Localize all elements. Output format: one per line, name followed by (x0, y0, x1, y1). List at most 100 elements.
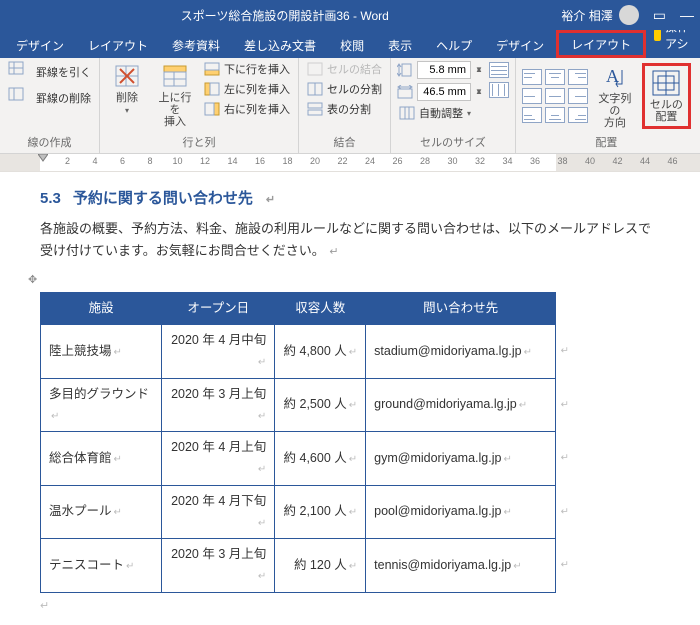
table-cell[interactable]: pool@midoriyama.lg.jp↵↵ (366, 485, 556, 539)
table-cell[interactable]: ground@midoriyama.lg.jp↵↵ (366, 378, 556, 432)
align-bot-center[interactable] (545, 107, 565, 123)
table-header-cell[interactable]: 問い合わせ先 (366, 292, 556, 324)
table-cell[interactable]: 約 2,100 人↵ (275, 485, 366, 539)
table-header-cell[interactable]: 施設 (41, 292, 162, 324)
table-cell[interactable]: 2020 年 4 月中旬↵ (162, 325, 275, 379)
first-line-indent-icon[interactable] (38, 154, 48, 162)
cell-end-mark-icon: ↵ (517, 400, 527, 411)
table-row[interactable]: 多目的グラウンド↵2020 年 3 月上旬↵約 2,500 人↵ground@m… (41, 378, 556, 432)
row-height-input[interactable] (417, 61, 471, 79)
insert-left-label: 左に列を挿入 (224, 81, 290, 97)
table-cell[interactable]: tennis@midoriyama.lg.jp↵↵ (366, 539, 556, 593)
cell-end-mark-icon: ↵ (256, 464, 266, 475)
table-header-cell[interactable]: オープン日 (162, 292, 275, 324)
ruler-tick: 20 (310, 156, 320, 166)
distribute-rows[interactable] (489, 62, 509, 78)
ribbon-options-icon[interactable]: ▭ (653, 7, 666, 24)
tab-table-layout[interactable]: レイアウト (556, 30, 646, 58)
table-cell[interactable]: 約 4,600 人↵ (275, 432, 366, 486)
minimize-icon[interactable]: — (680, 7, 692, 23)
table-cell[interactable]: 陸上競技場↵ (41, 325, 162, 379)
tab-help[interactable]: ヘルプ (424, 31, 484, 58)
table-cell[interactable]: stadium@midoriyama.lg.jp↵↵ (366, 325, 556, 379)
tab-view[interactable]: 表示 (376, 31, 424, 58)
table-cell[interactable]: 2020 年 3 月上旬↵ (162, 539, 275, 593)
table-cell-text: 温水プール (49, 504, 112, 518)
table-cell[interactable]: 温水プール↵ (41, 485, 162, 539)
text-direction-button[interactable]: A 文字列の 方向 (594, 61, 636, 131)
tab-table-design[interactable]: デザイン (484, 31, 556, 58)
table-cell-text: 約 2,500 人 (284, 397, 347, 411)
table-cell[interactable]: 約 4,800 人↵ (275, 325, 366, 379)
document-title: スポーツ総合施設の開設計画36 - Word (8, 7, 561, 24)
insert-below[interactable]: 下に行を挿入 (202, 60, 292, 78)
split-cells-label: セルの分割 (327, 81, 382, 97)
col-width[interactable]: ▲▼ (397, 82, 483, 102)
delete-button[interactable]: 削除 ▾ (106, 60, 148, 117)
group-rows-cols-label: 行と列 (106, 132, 292, 153)
ribbon-tabs: デザイン レイアウト 参考資料 差し込み文書 校閲 表示 ヘルプ デザイン レイ… (0, 30, 700, 58)
row-end-mark-icon: ↵ (561, 450, 569, 467)
tab-layout[interactable]: レイアウト (76, 31, 160, 58)
table-cell[interactable]: 2020 年 4 月下旬↵ (162, 485, 275, 539)
table-row[interactable]: 温水プール↵2020 年 4 月下旬↵約 2,100 人↵pool@midori… (41, 485, 556, 539)
cell-margins-button[interactable]: セルの 配置 (646, 67, 687, 125)
ruler-tick: 34 (502, 156, 512, 166)
erase-borders[interactable]: 罫線の削除 (6, 86, 93, 110)
contact-table[interactable]: 施設オープン日収容人数問い合わせ先 陸上競技場↵2020 年 4 月中旬↵約 4… (40, 292, 556, 593)
table-header-cell[interactable]: 収容人数 (275, 292, 366, 324)
group-alignment-label: 配置 (522, 132, 691, 153)
table-cell[interactable]: 約 2,500 人↵ (275, 378, 366, 432)
align-top-center[interactable] (545, 69, 565, 85)
ruler-tick: 30 (447, 156, 457, 166)
align-bot-left[interactable] (522, 107, 542, 123)
col-width-input[interactable] (417, 83, 471, 101)
autofit[interactable]: 自動調整 ▾ (397, 104, 483, 122)
horizontal-ruler[interactable]: 2468101214161820222426283032343638404244… (0, 154, 700, 172)
table-cell[interactable]: 約 120 人↵ (275, 539, 366, 593)
draw-borders[interactable]: 罫線を引く (6, 60, 93, 84)
align-mid-left[interactable] (522, 88, 542, 104)
table-row[interactable]: 陸上競技場↵2020 年 4 月中旬↵約 4,800 人↵stadium@mid… (41, 325, 556, 379)
table-cell[interactable]: 2020 年 3 月上旬↵ (162, 378, 275, 432)
account-area[interactable]: 裕介 相澤 (561, 5, 638, 25)
cell-margins-icon (651, 69, 681, 97)
table-cell-text: 陸上競技場 (49, 344, 112, 358)
distribute-cols[interactable] (489, 82, 509, 98)
merge-cells[interactable]: セルの結合 (305, 60, 384, 78)
table-cell[interactable]: 多目的グラウンド↵ (41, 378, 162, 432)
merge-cells-label: セルの結合 (327, 61, 382, 77)
row-height[interactable]: ▲▼ (397, 60, 483, 80)
insert-left[interactable]: 左に列を挿入 (202, 80, 292, 98)
table-row[interactable]: テニスコート↵2020 年 3 月上旬↵約 120 人↵tennis@midor… (41, 539, 556, 593)
cell-end-mark-icon: ↵ (347, 347, 357, 358)
ruler-tick: 18 (282, 156, 292, 166)
table-cell[interactable]: テニスコート↵ (41, 539, 162, 593)
table-row[interactable]: 総合体育館↵2020 年 4 月上旬↵約 4,600 人↵gym@midoriy… (41, 432, 556, 486)
align-bot-right[interactable] (568, 107, 588, 123)
table-cell[interactable]: 総合体育館↵ (41, 432, 162, 486)
table-move-handle-icon[interactable]: ✥ (28, 274, 37, 286)
tab-references[interactable]: 参考資料 (160, 31, 232, 58)
ruler-tick: 24 (365, 156, 375, 166)
align-top-left[interactable] (522, 69, 542, 85)
align-mid-right[interactable] (568, 88, 588, 104)
ruler-tick: 44 (640, 156, 650, 166)
insert-below-label: 下に行を挿入 (224, 61, 290, 77)
cell-end-mark-icon: ↵ (49, 411, 59, 422)
tab-design[interactable]: デザイン (4, 31, 76, 58)
align-top-right[interactable] (568, 69, 588, 85)
table-cell[interactable]: 2020 年 4 月上旬↵ (162, 432, 275, 486)
align-mid-center[interactable] (545, 88, 565, 104)
insert-right-icon (204, 102, 220, 116)
insert-above-button[interactable]: 上に行を 挿入 (154, 60, 196, 130)
ruler-tick: 38 (557, 156, 567, 166)
table-cell-text: stadium@midoriyama.lg.jp (374, 344, 521, 358)
insert-right[interactable]: 右に列を挿入 (202, 100, 292, 118)
table-cell[interactable]: gym@midoriyama.lg.jp↵↵ (366, 432, 556, 486)
split-table[interactable]: 表の分割 (305, 100, 384, 118)
tab-mailings[interactable]: 差し込み文書 (232, 31, 328, 58)
split-cells[interactable]: セルの分割 (305, 80, 384, 98)
tab-review[interactable]: 校閲 (328, 31, 376, 58)
group-draw: 罫線を引く 罫線の削除 線の作成 (0, 58, 100, 153)
